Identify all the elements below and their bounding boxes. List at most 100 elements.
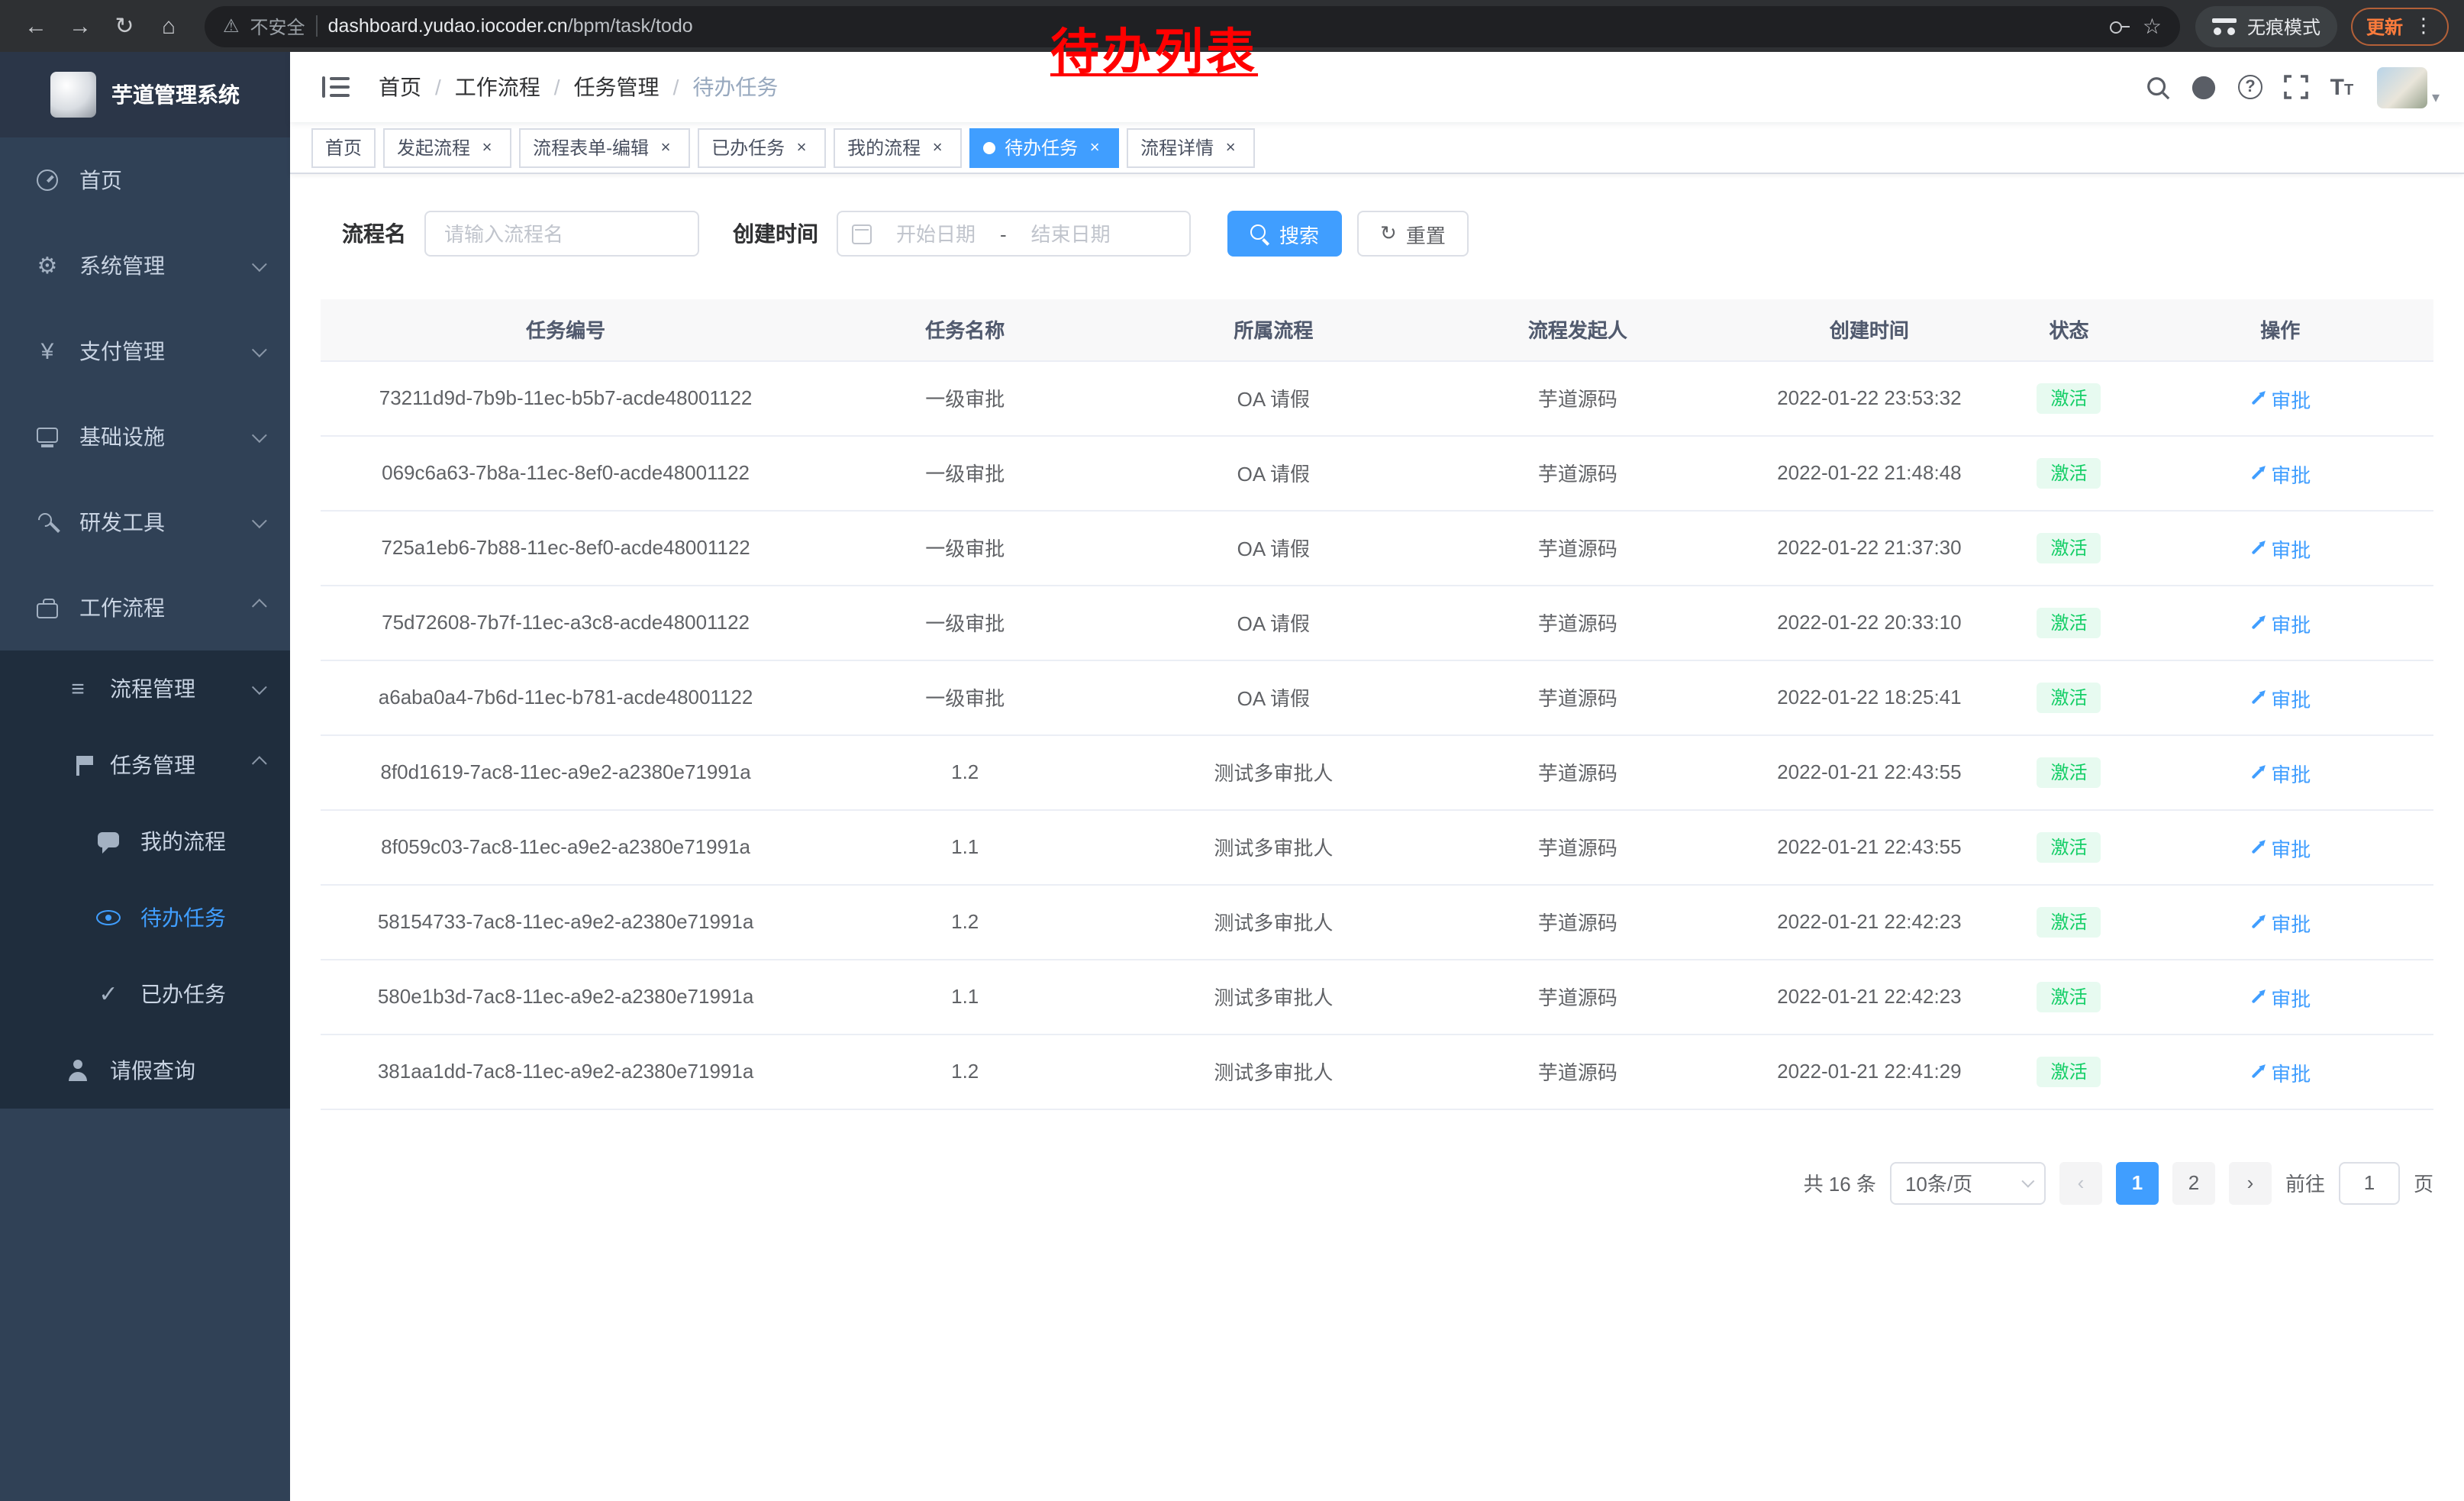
navbar: 首页 / 工作流程 / 任务管理 / 待办任务 ? — [290, 52, 2464, 122]
menu-dots-icon[interactable]: ⋮ — [2414, 14, 2433, 38]
goto-unit: 页 — [2414, 1168, 2433, 1197]
reset-button[interactable]: ↻重置 — [1357, 211, 1469, 257]
security-label[interactable]: 不安全 — [250, 13, 305, 39]
sidebar-item-devtools[interactable]: 研发工具 — [0, 479, 290, 565]
sidebar-item-my-processes[interactable]: 我的流程 — [0, 803, 290, 880]
screen: ← → ↻ ⌂ ⚠ 不安全 dashboard.yudao.iocoder.cn… — [0, 0, 2464, 1501]
cell-initiator: 芋道源码 — [1427, 884, 1727, 959]
close-icon[interactable]: × — [476, 137, 498, 158]
process-name-input[interactable] — [424, 211, 699, 257]
chat-bubble-icon — [92, 831, 125, 851]
gauge-icon — [31, 169, 64, 191]
search-icon[interactable] — [2136, 52, 2182, 122]
help-icon[interactable]: ? — [2227, 52, 2273, 122]
status-badge: 激活 — [2037, 757, 2101, 787]
approve-link[interactable]: 审批 — [2250, 684, 2311, 713]
sidebar-item-done-tasks[interactable]: ✓ 已办任务 — [0, 956, 290, 1032]
approve-link[interactable]: 审批 — [2250, 534, 2311, 563]
tab-home[interactable]: 首页 — [311, 128, 376, 167]
cell-process: OA 请假 — [1119, 360, 1427, 435]
end-date-input[interactable] — [1016, 222, 1126, 245]
app-logo[interactable]: 芋道管理系统 — [0, 52, 290, 137]
next-page-button[interactable]: › — [2229, 1161, 2272, 1204]
close-icon[interactable]: × — [1220, 137, 1241, 158]
update-button[interactable]: 更新 — [2366, 13, 2403, 39]
tab-my-processes[interactable]: 我的流程 × — [834, 128, 962, 167]
cell-status: 激活 — [2011, 959, 2127, 1034]
github-icon[interactable] — [2182, 52, 2227, 122]
approve-link[interactable]: 审批 — [2250, 759, 2311, 788]
sidebar-item-payment[interactable]: ¥ 支付管理 — [0, 308, 290, 394]
cell-task-name: 1.1 — [811, 809, 1119, 884]
reload-icon[interactable]: ↻ — [104, 5, 145, 47]
search-button[interactable]: 搜索 — [1227, 211, 1342, 257]
sidebar-item-infrastructure[interactable]: 基础设施 — [0, 394, 290, 479]
cell-task-id: 725a1eb6-7b88-11ec-8ef0-acde48001122 — [321, 510, 811, 585]
cell-task-name: 一级审批 — [811, 585, 1119, 660]
close-icon[interactable]: × — [1084, 137, 1105, 158]
cell-task-name: 1.2 — [811, 734, 1119, 809]
approve-link[interactable]: 审批 — [2250, 983, 2311, 1012]
page-button-1[interactable]: 1 — [2116, 1161, 2159, 1204]
tab-todo-tasks[interactable]: 待办任务× — [969, 128, 1119, 167]
cell-task-name: 一级审批 — [811, 510, 1119, 585]
sidebar-item-home[interactable]: 首页 — [0, 137, 290, 223]
home-icon[interactable]: ⌂ — [148, 5, 189, 47]
approve-link[interactable]: 审批 — [2250, 460, 2311, 489]
status-badge: 激活 — [2037, 981, 2101, 1012]
cell-initiator: 芋道源码 — [1427, 510, 1727, 585]
approve-link[interactable]: 审批 — [2250, 909, 2311, 938]
avatar[interactable] — [2377, 66, 2427, 108]
status-badge: 激活 — [2037, 831, 2101, 862]
forward-icon[interactable]: → — [60, 5, 101, 47]
chevron-up-icon — [252, 598, 267, 613]
close-icon[interactable]: × — [791, 137, 812, 158]
tab-label: 我的流程 — [847, 134, 921, 160]
process-name-label: 流程名 — [342, 218, 406, 249]
flag-icon — [61, 755, 95, 775]
start-date-input[interactable] — [881, 222, 991, 245]
password-key-icon[interactable] — [2109, 15, 2132, 37]
breadcrumb-task-management[interactable]: 任务管理 — [574, 72, 660, 102]
user-menu[interactable]: ▾ — [2377, 66, 2440, 108]
prev-page-button[interactable]: ‹ — [2059, 1161, 2102, 1204]
sidebar-item-process-management[interactable]: ≡ 流程管理 — [0, 650, 290, 727]
sidebar-item-workflow[interactable]: 工作流程 — [0, 565, 290, 650]
page-size-select[interactable]: 10条/页 — [1890, 1161, 2046, 1204]
breadcrumb-workflow[interactable]: 工作流程 — [455, 72, 540, 102]
page-button-2[interactable]: 2 — [2172, 1161, 2215, 1204]
close-icon[interactable]: × — [655, 137, 676, 158]
cell-created-time: 2022-01-21 22:42:23 — [1727, 884, 2011, 959]
bookmark-star-icon[interactable]: ☆ — [2143, 13, 2162, 39]
sidebar-item-todo-tasks[interactable]: 待办任务 — [0, 880, 290, 956]
sidebar-item-leave-query[interactable]: 请假查询 — [0, 1032, 290, 1109]
approve-link[interactable]: 审批 — [2250, 609, 2311, 638]
page-url[interactable]: dashboard.yudao.iocoder.cn/bpm/task/todo — [328, 15, 693, 37]
tab-done-tasks[interactable]: 已办任务× — [698, 128, 826, 167]
person-icon — [61, 1060, 95, 1081]
fullscreen-icon[interactable] — [2273, 52, 2319, 122]
tab-label: 首页 — [325, 134, 362, 160]
tab-start-process[interactable]: 发起流程× — [383, 128, 511, 167]
date-range-picker[interactable]: - — [837, 211, 1191, 257]
font-size-icon[interactable]: TT — [2319, 52, 2365, 122]
tab-process-detail[interactable]: 流程详情× — [1127, 128, 1255, 167]
tab-process-form-edit[interactable]: 流程表单-编辑× — [519, 128, 690, 167]
sidebar-item-system[interactable]: ⚙ 系统管理 — [0, 223, 290, 308]
cell-process: 测试多审批人 — [1119, 809, 1427, 884]
cell-process: OA 请假 — [1119, 435, 1427, 510]
table-row: 580e1b3d-7ac8-11ec-a9e2-a2380e71991a 1.1… — [321, 959, 2433, 1034]
back-icon[interactable]: ← — [15, 5, 56, 47]
breadcrumb-home[interactable]: 首页 — [379, 72, 421, 102]
approve-link[interactable]: 审批 — [2250, 1058, 2311, 1087]
chevron-up-icon — [252, 755, 267, 770]
sidebar-item-task-management[interactable]: 任务管理 — [0, 727, 290, 803]
close-icon[interactable]: × — [927, 137, 948, 158]
cell-task-id: 381aa1dd-7ac8-11ec-a9e2-a2380e71991a — [321, 1034, 811, 1109]
browser-menu[interactable]: 更新 ⋮ — [2351, 7, 2449, 45]
approve-link[interactable]: 审批 — [2250, 385, 2311, 414]
approve-link[interactable]: 审批 — [2250, 834, 2311, 863]
goto-page-input[interactable] — [2339, 1161, 2400, 1204]
url-domain: dashboard.yudao.iocoder.cn — [328, 15, 568, 37]
sidebar-fold-icon[interactable] — [314, 66, 357, 108]
